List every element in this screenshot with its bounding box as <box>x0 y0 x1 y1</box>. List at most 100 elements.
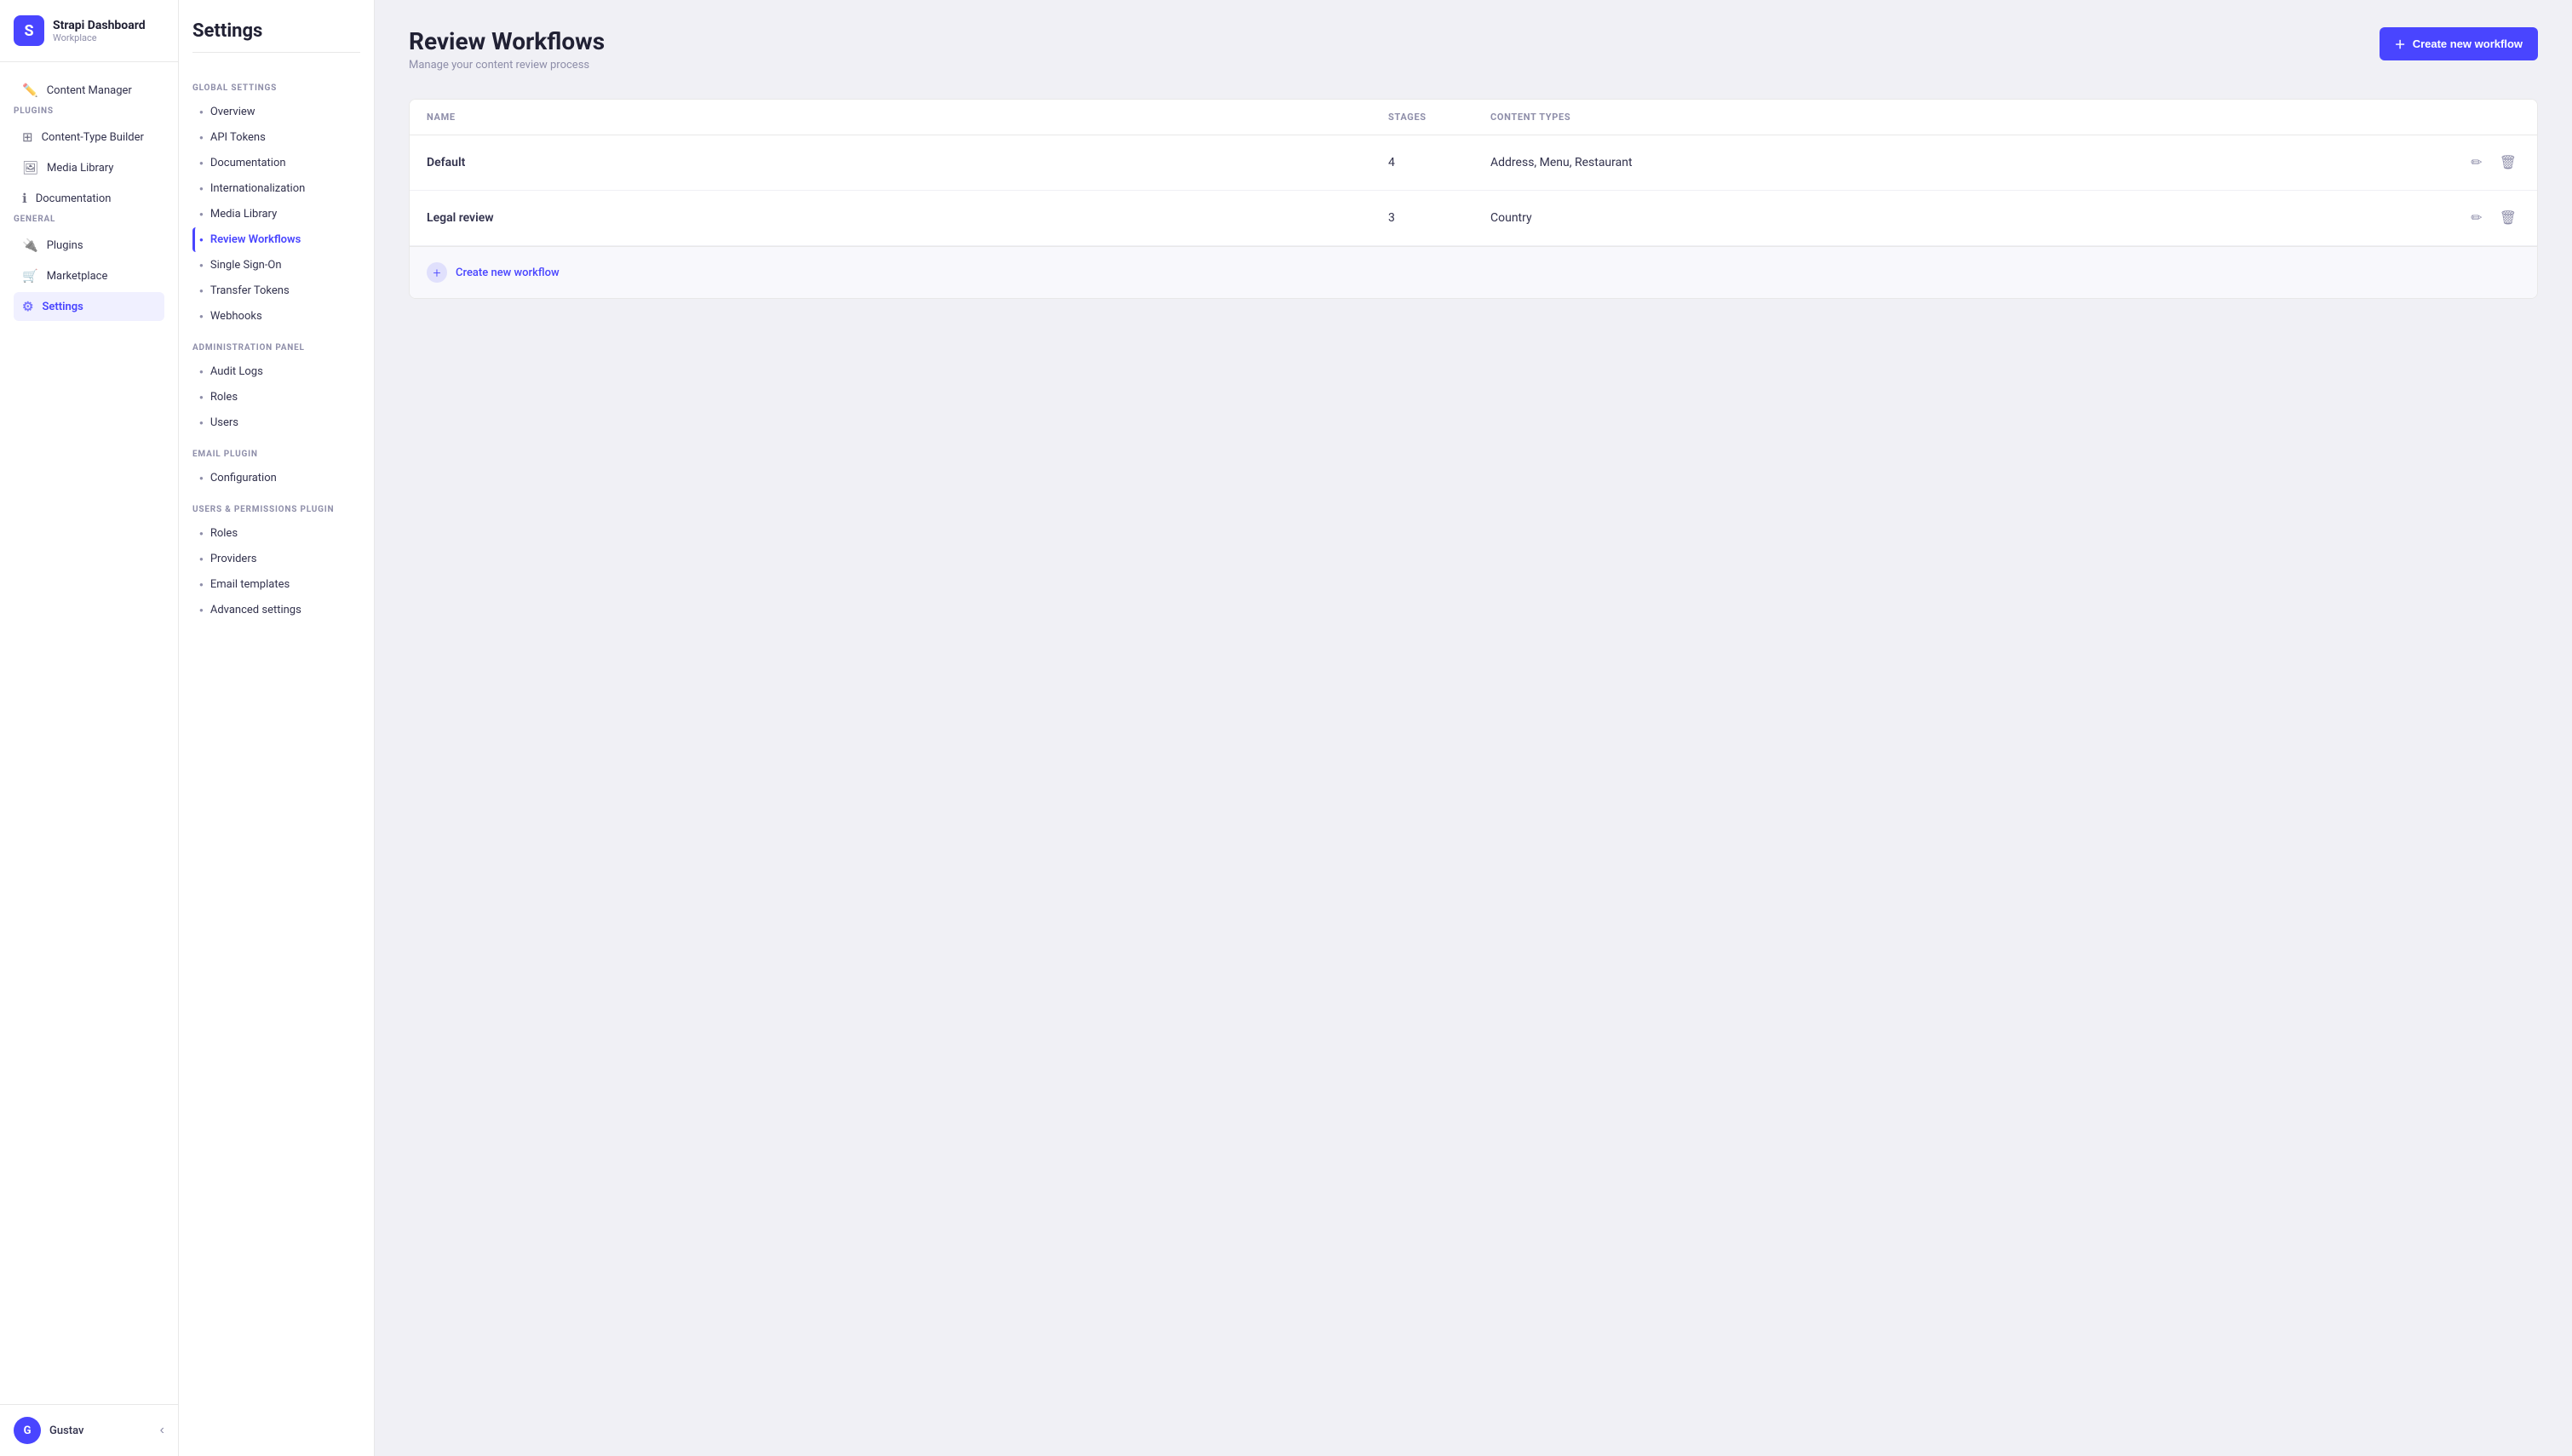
row-1-actions: ✏ 🗑 <box>2452 151 2520 175</box>
settings-item-configuration[interactable]: ● Configuration <box>192 466 360 490</box>
doc-icon: ℹ <box>22 191 27 206</box>
create-btn-label: Create new workflow <box>2413 37 2523 50</box>
users-section-label: USERS & PERMISSIONS PLUGIN <box>192 491 360 521</box>
bullet-icon: ● <box>199 159 204 167</box>
nav-ctb-label: Content-Type Builder <box>42 131 144 144</box>
settings-users-label: Users <box>210 416 238 429</box>
nav-plugins-label: Plugins <box>47 239 83 252</box>
settings-sidebar: Settings GLOBAL SETTINGS ● Overview ● AP… <box>179 0 375 1456</box>
row-2-delete-button[interactable]: 🗑 <box>2496 206 2520 230</box>
settings-item-users[interactable]: ● Users <box>192 410 360 435</box>
bullet-icon: ● <box>199 210 204 218</box>
settings-item-sso[interactable]: ● Single Sign-On <box>192 253 360 278</box>
settings-documentation-label: Documentation <box>210 157 286 169</box>
settings-email-templates-label: Email templates <box>210 578 290 591</box>
settings-item-webhooks[interactable]: ● Webhooks <box>192 304 360 329</box>
settings-item-documentation[interactable]: ● Documentation <box>192 151 360 175</box>
settings-config-label: Configuration <box>210 472 277 484</box>
settings-item-roles-admin[interactable]: ● Roles <box>192 385 360 410</box>
brand: S Strapi Dashboard Workplace <box>0 0 178 62</box>
bullet-icon: ● <box>199 393 204 401</box>
create-plus-icon: + <box>427 262 447 283</box>
settings-item-overview[interactable]: ● Overview <box>192 100 360 124</box>
nav-media-library[interactable]: 🖼 Media Library <box>14 153 164 182</box>
nav-marketplace[interactable]: 🛒 Marketplace <box>14 261 164 290</box>
user-name: Gustav <box>49 1424 83 1437</box>
settings-sso-label: Single Sign-On <box>210 259 282 272</box>
nav-marketplace-label: Marketplace <box>47 270 108 283</box>
nav-content-manager-label: Content Manager <box>47 84 132 97</box>
create-workflow-row-label: Create new workflow <box>456 267 560 279</box>
row-2-name: Legal review <box>427 211 1388 225</box>
row-2-stages: 3 <box>1388 211 1490 225</box>
settings-overview-label: Overview <box>210 106 255 118</box>
settings-item-api-tokens[interactable]: ● API Tokens <box>192 125 360 150</box>
col-actions <box>2452 112 2520 123</box>
create-workflow-button[interactable]: ＋ Create new workflow <box>2380 27 2538 60</box>
bullet-icon: ● <box>199 185 204 192</box>
row-2-content-types: Country <box>1490 211 2452 225</box>
bullet-icon: ● <box>199 261 204 269</box>
settings-icon: ⚙ <box>22 299 33 314</box>
settings-item-review-workflows[interactable]: ● Review Workflows <box>192 227 360 252</box>
row-1-delete-button[interactable]: 🗑 <box>2496 151 2520 175</box>
settings-i18n-label: Internationalization <box>210 182 305 195</box>
row-1-edit-button[interactable]: ✏ <box>2467 151 2485 175</box>
settings-transfer-label: Transfer Tokens <box>210 284 290 297</box>
settings-item-audit-logs[interactable]: ● Audit Logs <box>192 359 360 384</box>
nav-plugins[interactable]: 🔌 Plugins <box>14 231 164 260</box>
nav-settings-label: Settings <box>42 301 83 313</box>
nav-media-label: Media Library <box>47 162 113 175</box>
settings-item-roles-users[interactable]: ● Roles <box>192 521 360 546</box>
global-settings-label: GLOBAL SETTINGS <box>192 70 360 100</box>
plugins-icon: 🔌 <box>22 238 38 253</box>
bullet-icon: ● <box>199 606 204 614</box>
ctb-icon: ⊞ <box>22 129 33 145</box>
row-2-edit-button[interactable]: ✏ <box>2467 206 2485 230</box>
general-section-label: GENERAL <box>14 215 164 224</box>
bullet-icon: ● <box>199 474 204 482</box>
col-name: NAME <box>427 112 1388 123</box>
nav-doc-label: Documentation <box>36 192 112 205</box>
nav-documentation[interactable]: ℹ Documentation <box>14 184 164 213</box>
settings-item-email-templates[interactable]: ● Email templates <box>192 572 360 597</box>
nav-content-manager[interactable]: ✏️ Content Manager <box>14 76 164 105</box>
settings-item-internationalization[interactable]: ● Internationalization <box>192 176 360 201</box>
settings-api-tokens-label: API Tokens <box>210 131 266 144</box>
row-2-actions: ✏ 🗑 <box>2452 206 2520 230</box>
brand-icon: S <box>14 15 44 46</box>
plus-icon: ＋ <box>2395 36 2406 52</box>
row-1-content-types: Address, Menu, Restaurant <box>1490 156 2452 169</box>
page-subtitle: Manage your content review process <box>409 59 605 72</box>
settings-media-label: Media Library <box>210 208 277 221</box>
bullet-icon: ● <box>199 368 204 375</box>
nav-settings[interactable]: ⚙ Settings <box>14 292 164 321</box>
settings-review-label: Review Workflows <box>210 233 301 246</box>
brand-title: Strapi Dashboard <box>53 19 146 32</box>
admin-section-label: ADMINISTRATION PANEL <box>192 330 360 359</box>
page-header: Review Workflows Manage your content rev… <box>409 27 2538 72</box>
table-header: NAME STAGES CONTENT TYPES <box>410 100 2537 135</box>
brand-subtitle: Workplace <box>53 32 146 43</box>
bullet-icon: ● <box>199 312 204 320</box>
settings-roles-admin-label: Roles <box>210 391 238 404</box>
settings-item-advanced-settings[interactable]: ● Advanced settings <box>192 598 360 622</box>
bullet-icon: ● <box>199 581 204 588</box>
col-stages: STAGES <box>1388 112 1490 123</box>
email-section-label: EMAIL PLUGIN <box>192 436 360 466</box>
main-content: Review Workflows Manage your content rev… <box>375 0 2572 1456</box>
user-section: G Gustav ‹ <box>0 1404 178 1456</box>
workflows-table: NAME STAGES CONTENT TYPES Default 4 Addr… <box>409 99 2538 299</box>
create-workflow-row[interactable]: + Create new workflow <box>410 246 2537 298</box>
table-row: Legal review 3 Country ✏ 🗑 <box>410 191 2537 246</box>
nav-content-type-builder[interactable]: ⊞ Content-Type Builder <box>14 123 164 152</box>
plugins-section-label: PLUGINS <box>14 106 164 116</box>
table-row: Default 4 Address, Menu, Restaurant ✏ 🗑 <box>410 135 2537 191</box>
bullet-icon: ● <box>199 419 204 427</box>
bullet-icon: ● <box>199 108 204 116</box>
collapse-nav-button[interactable]: ‹ <box>160 1423 164 1438</box>
bullet-icon: ● <box>199 236 204 244</box>
settings-item-transfer-tokens[interactable]: ● Transfer Tokens <box>192 278 360 303</box>
settings-item-providers[interactable]: ● Providers <box>192 547 360 571</box>
settings-item-media-library[interactable]: ● Media Library <box>192 202 360 226</box>
